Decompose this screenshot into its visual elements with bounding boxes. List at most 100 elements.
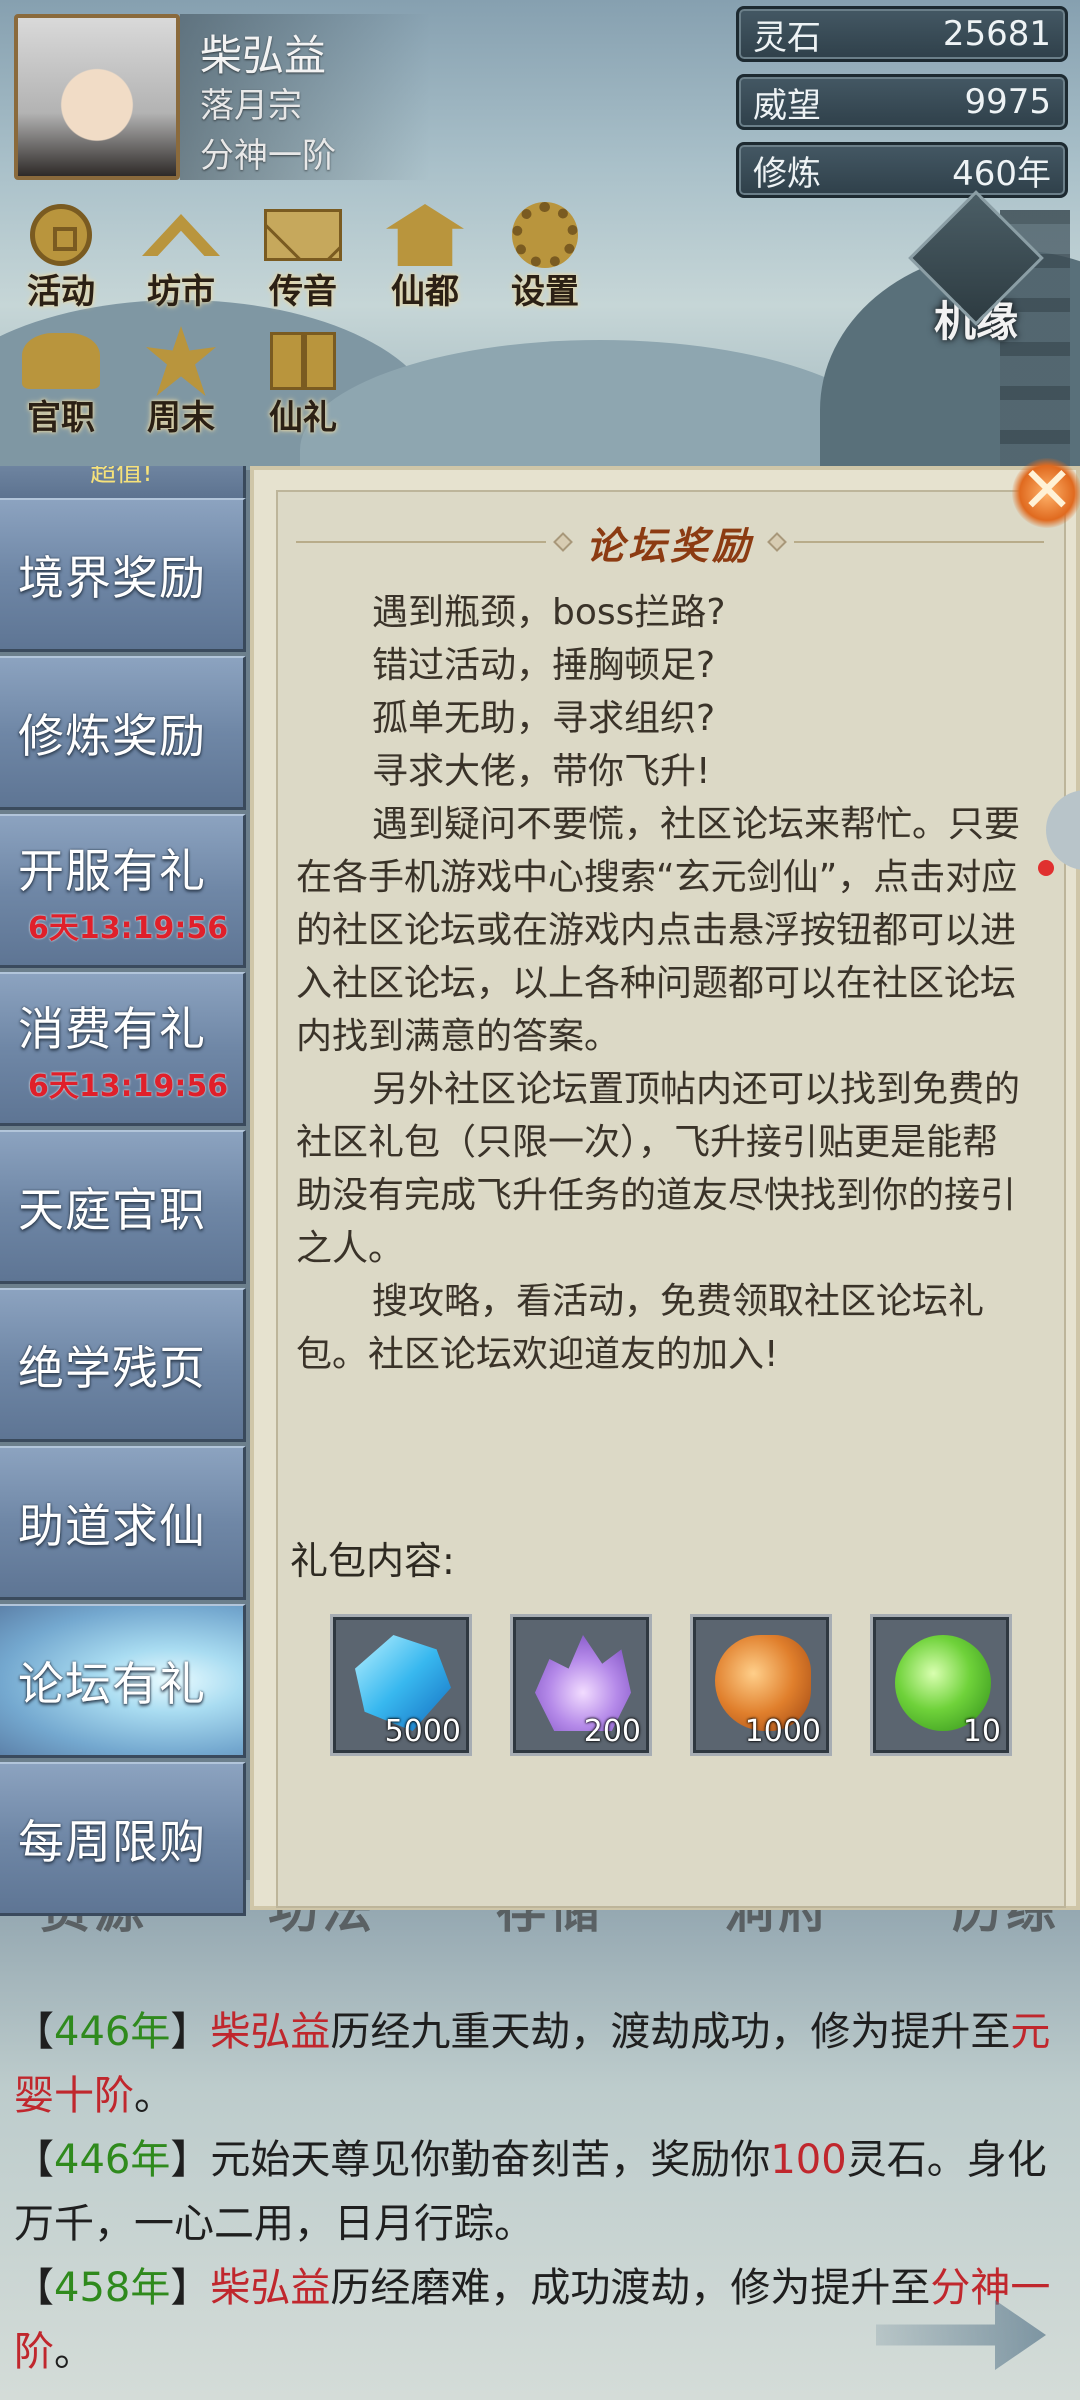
sidebar-tab-label: 境界奖励 [18, 550, 206, 605]
character-rank: 分神一阶 [200, 136, 336, 176]
menu-settings-button[interactable]: 设置 [490, 200, 600, 320]
sidebar-tab-label: 每周限购 [18, 1814, 206, 1869]
log-text: 】 [170, 2009, 211, 2055]
sidebar-tab-assist[interactable]: 助道求仙 [0, 1446, 246, 1600]
sidebar-tab-label: 消费有礼 [18, 1001, 206, 1056]
menu-label: 活动 [27, 272, 95, 312]
sidebar-tab-skill-pages[interactable]: 绝学残页 [0, 1288, 246, 1442]
log-text: 【 [14, 2137, 54, 2183]
envelope-icon [264, 200, 342, 270]
diamond-ornament-icon [767, 532, 787, 552]
avatar-portrait [18, 18, 176, 176]
description-line: 寻求大佬，带你飞升! [372, 751, 711, 792]
fate-button[interactable]: 机缘 [906, 190, 1046, 360]
gift-item[interactable]: 10 [870, 1614, 1012, 1756]
menu-message-button[interactable]: 传音 [248, 200, 358, 320]
sidebar-tab-partial[interactable]: 超值! [0, 466, 246, 498]
gift-quantity: 200 [583, 1714, 641, 1749]
log-entry: 【446年】元始天尊见你勤奋刻苦，奖励你100灵石。身化万千，一心二用，日月行踪… [14, 2128, 1066, 2256]
log-year: 446年 [54, 2137, 171, 2183]
menu-label: 周末 [147, 398, 215, 438]
log-text: 】 [170, 2265, 211, 2311]
resource-prestige: 威望 9975 [736, 74, 1068, 130]
divider [296, 541, 546, 543]
resource-value: 9975 [964, 82, 1051, 122]
sidebar-tab-label: 天庭官职 [18, 1182, 206, 1237]
sidebar-tab-label: 绝学残页 [18, 1340, 206, 1395]
countdown-timer: 6天13:19:56 [28, 910, 229, 946]
menu-weekend-button[interactable]: 周末 [126, 326, 236, 446]
official-hat-icon [22, 326, 100, 396]
panel-title: 论坛奖励 [586, 522, 755, 568]
description-line: 孤单无助，寻求组织? [372, 698, 716, 739]
log-text: 。 [134, 2073, 174, 2119]
resource-value: 460年 [952, 153, 1051, 194]
character-name: 柴弘益 [200, 31, 327, 80]
description-line: 错过活动，捶胸顿足? [372, 645, 716, 686]
description-line: 遇到瓶颈，boss拦路? [372, 592, 726, 633]
gift-item[interactable]: 5000 [330, 1614, 472, 1756]
menu-activity-button[interactable]: 活动 [6, 200, 116, 320]
description-paragraph: 另外社区论坛置顶帖内还可以找到免费的社区礼包（只限一次），飞升接引贴更是能帮助没… [296, 1069, 1021, 1269]
sidebar-tab-server-open-gift[interactable]: 开服有礼 6天13:19:56 [0, 814, 246, 968]
sidebar-tab-heaven-official[interactable]: 天庭官职 [0, 1130, 246, 1284]
gift-quantity: 10 [962, 1714, 1001, 1749]
menu-label: 仙都 [391, 272, 459, 312]
gift-item[interactable]: 1000 [690, 1614, 832, 1756]
sidebar-tab-forum-gift[interactable]: 论坛有礼 [0, 1604, 246, 1758]
avatar[interactable] [14, 14, 180, 180]
log-highlight: 柴弘益 [210, 2009, 331, 2055]
gift-item[interactable]: 200 [510, 1614, 652, 1756]
coin-icon [22, 200, 100, 270]
log-year: 458年 [54, 2265, 171, 2311]
sidebar-partial-label: 超值! [90, 466, 153, 488]
resource-label: 修炼 [753, 153, 821, 194]
divider [794, 541, 1045, 543]
menu-label: 官职 [27, 398, 95, 438]
resource-cultivation: 修炼 460年 [736, 142, 1068, 198]
sidebar-tab-weekly-limited[interactable]: 每周限购 [0, 1762, 246, 1916]
sidebar-tab-label: 论坛有礼 [18, 1656, 206, 1711]
menu-label: 传音 [269, 272, 337, 312]
menu-official-button[interactable]: 官职 [6, 326, 116, 446]
log-entry: 【446年】柴弘益历经九重天劫，渡劫成功，修为提升至元婴十阶。 [14, 2000, 1066, 2128]
gift-icon [264, 326, 342, 396]
log-text: 【 [14, 2009, 54, 2055]
log-entry: 【458年】柴弘益历经磨难，成功渡劫，修为提升至分神一阶。 [14, 2256, 1066, 2384]
log-text: 历经九重天劫，渡劫成功，修为提升至 [330, 2009, 1011, 2055]
log-highlight: 100 [770, 2137, 847, 2183]
menu-immortal-city-button[interactable]: 仙都 [370, 200, 480, 320]
gift-quantity: 1000 [744, 1714, 821, 1749]
resource-value: 25681 [942, 14, 1051, 54]
menu-label: 坊市 [147, 272, 215, 312]
sidebar-tab-label: 修炼奖励 [18, 708, 206, 763]
menu-label: 仙礼 [269, 398, 337, 438]
log-text: 】 [170, 2137, 211, 2183]
leaf-icon [142, 326, 220, 396]
cloud-emblem-icon [908, 190, 1044, 326]
sidebar-tab-spending-gift[interactable]: 消费有礼 6天13:19:56 [0, 972, 246, 1126]
log-text: 。 [54, 2329, 94, 2375]
sidebar-tab-realm-reward[interactable]: 境界奖励 [0, 498, 246, 652]
panel-title-bar: 论坛奖励 [290, 512, 1050, 572]
menu-market-button[interactable]: 坊市 [126, 200, 236, 320]
log-text: 元始天尊见你勤奋刻苦，奖励你 [210, 2137, 771, 2183]
character-sect: 落月宗 [200, 86, 302, 126]
log-text: 【 [14, 2265, 54, 2311]
panel-description: 遇到瓶颈，boss拦路? 错过活动，捶胸顿足? 孤单无助，寻求组织? 寻求大佬，… [296, 586, 1026, 1381]
countdown-timer: 6天13:19:56 [28, 1068, 229, 1104]
log-year: 446年 [54, 2009, 171, 2055]
hall-icon [386, 200, 464, 270]
gear-icon [506, 200, 584, 270]
menu-label: 设置 [511, 272, 579, 312]
sidebar-tab-label: 助道求仙 [18, 1498, 206, 1553]
gift-contents-label: 礼包内容: [290, 1539, 455, 1583]
resource-label: 灵石 [753, 17, 821, 58]
sidebar-tab-cultivation-reward[interactable]: 修炼奖励 [0, 656, 246, 810]
sidebar-tab-label: 开服有礼 [18, 843, 206, 898]
resource-label: 威望 [753, 85, 821, 126]
log-highlight: 柴弘益 [210, 2265, 331, 2311]
diamond-ornament-icon [553, 532, 573, 552]
resource-spirit-stone: 灵石 25681 [736, 6, 1068, 62]
menu-gift-button[interactable]: 仙礼 [248, 326, 358, 446]
